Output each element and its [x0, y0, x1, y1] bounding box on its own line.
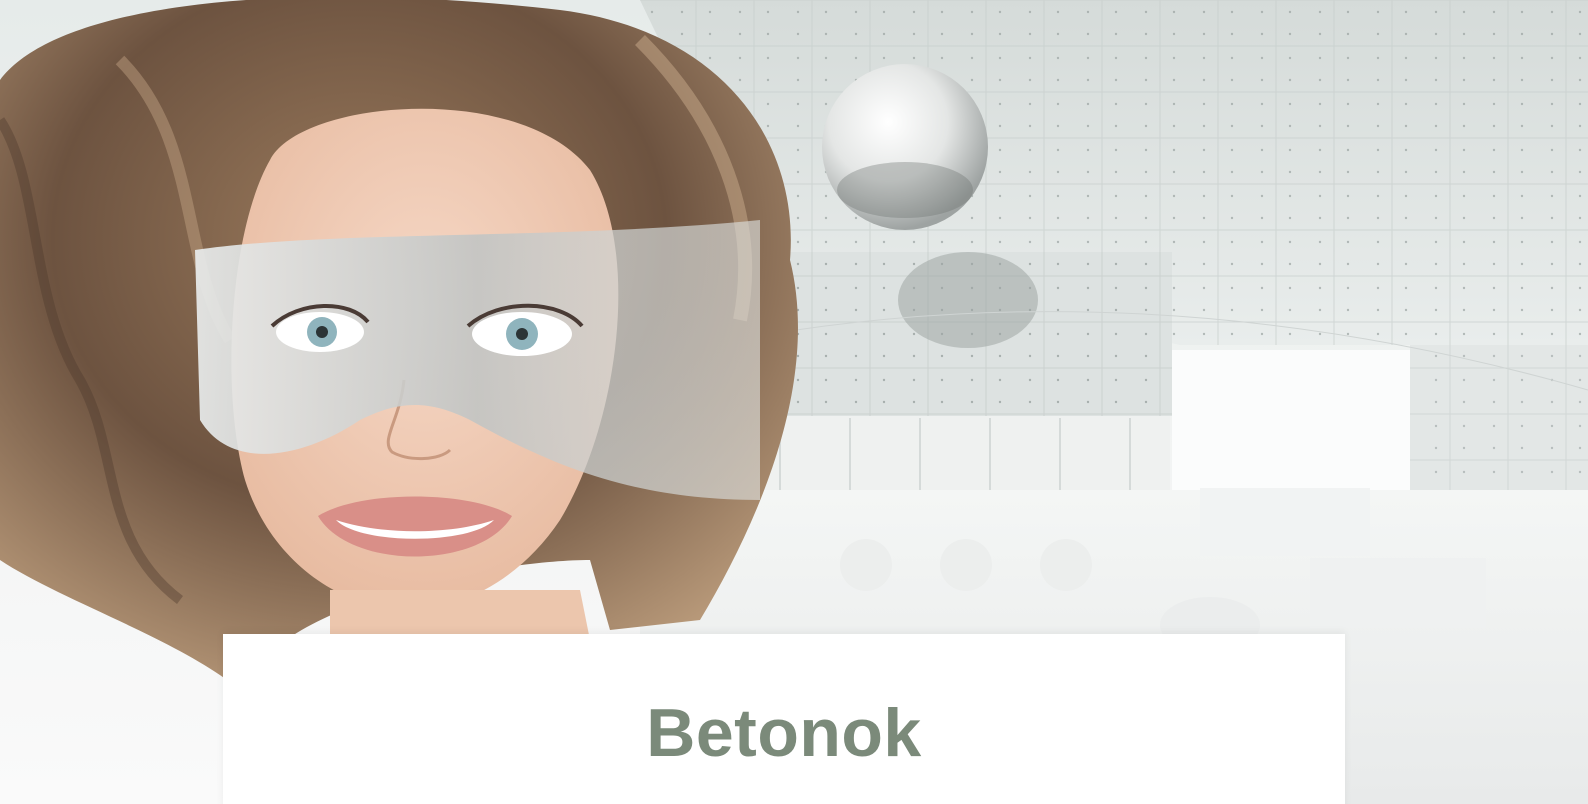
- title-card: Betonok: [223, 634, 1345, 804]
- page-title: Betonok: [646, 695, 922, 771]
- hero-banner: Betonok: [0, 0, 1588, 804]
